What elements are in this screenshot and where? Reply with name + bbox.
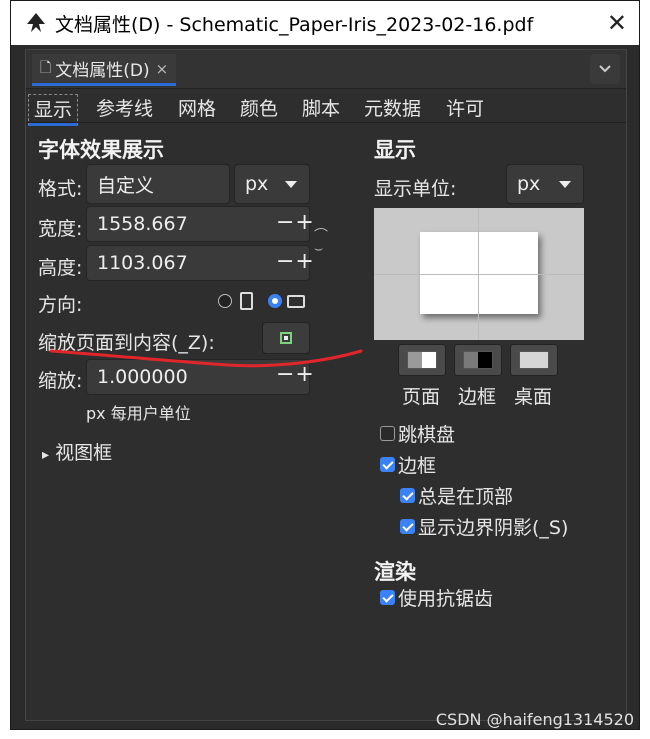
subtab-license[interactable]: 许可 xyxy=(440,94,490,123)
border-checkbox[interactable] xyxy=(380,457,395,472)
watermark-text: CSDN @haifeng1314520 xyxy=(435,710,634,729)
orientation-portrait-radio[interactable] xyxy=(218,294,232,308)
left-section-heading: 字体效果展示 xyxy=(38,138,164,162)
border-color-label: 边框 xyxy=(458,386,497,408)
resize-page-icon xyxy=(280,332,292,344)
triangle-right-icon: ▸ xyxy=(42,447,50,463)
viewbox-expander[interactable]: ▸ 视图框 xyxy=(42,438,112,465)
height-stepper[interactable]: −+ xyxy=(276,249,315,274)
subtab-bar: 显示 参考线 网格 颜色 脚本 元数据 许可 xyxy=(26,92,626,126)
viewbox-label: 视图框 xyxy=(55,442,113,464)
chain-link-icon[interactable]: ⌒ ⌣ xyxy=(314,229,328,256)
show-border-shadow-label: 显示边界阴影(_S) xyxy=(418,517,569,539)
dialog-panel: 🗋 文档属性(D) × 显示 参考线 网格 颜色 脚本 元数据 许可 字体效果展… xyxy=(25,49,627,721)
format-value: 自定义 xyxy=(97,174,155,197)
desk-color-swatch xyxy=(519,351,549,369)
inkscape-logo-icon xyxy=(27,13,45,32)
height-label: 高度: xyxy=(38,257,83,279)
antialias-checkbox[interactable] xyxy=(380,590,395,605)
format-label: 格式: xyxy=(38,178,83,200)
document-properties-icon: 🗋 xyxy=(40,59,52,76)
border-color-swatch xyxy=(463,351,493,369)
subtab-colors[interactable]: 颜色 xyxy=(234,94,284,123)
display-unit-value: px xyxy=(517,173,541,195)
width-value: 1558.667 xyxy=(97,213,188,235)
render-heading: 渲染 xyxy=(374,560,416,584)
page-preview xyxy=(374,208,584,340)
window-title: 文档属性(D) - Schematic_Paper-Iris_2023-02-1… xyxy=(55,13,534,36)
portrait-page-icon xyxy=(240,292,253,310)
always-on-top-checkbox[interactable] xyxy=(400,488,415,503)
preview-page xyxy=(420,232,538,314)
close-window-button[interactable]: ✕ xyxy=(607,9,627,37)
red-underline-annotation xyxy=(49,349,363,368)
display-unit-label: 显示单位: xyxy=(374,178,457,200)
checkerboard-checkbox[interactable] xyxy=(380,426,395,441)
orientation-landscape-radio[interactable] xyxy=(268,294,282,308)
height-value: 1103.067 xyxy=(97,252,188,274)
dock-tab-bar: 🗋 文档属性(D) × xyxy=(26,50,626,89)
border-color-button[interactable] xyxy=(454,344,502,376)
width-label: 宽度: xyxy=(38,218,83,240)
width-stepper[interactable]: −+ xyxy=(276,210,315,235)
format-select[interactable]: 自定义 xyxy=(86,164,230,204)
preview-horizontal-guide xyxy=(374,274,584,275)
subtab-guides[interactable]: 参考线 xyxy=(90,94,159,123)
antialias-label: 使用抗锯齿 xyxy=(398,588,494,610)
tab-menu-button[interactable] xyxy=(590,54,620,84)
desk-color-button[interactable] xyxy=(510,344,558,376)
subtab-grids[interactable]: 网格 xyxy=(172,94,222,123)
tab-close-button[interactable]: × xyxy=(156,60,169,78)
format-unit-value: px xyxy=(245,173,269,195)
display-unit-select[interactable]: px xyxy=(506,164,584,204)
tab-label: 文档属性(D) xyxy=(55,61,150,81)
subtab-metadata[interactable]: 元数据 xyxy=(358,94,427,123)
display-heading: 显示 xyxy=(374,138,416,162)
checkerboard-label: 跳棋盘 xyxy=(398,424,456,446)
always-on-top-label: 总是在顶部 xyxy=(418,486,514,508)
preview-vertical-guide xyxy=(478,208,479,340)
page-color-button[interactable] xyxy=(398,344,446,376)
subtab-scripting[interactable]: 脚本 xyxy=(296,94,346,123)
title-bar: 文档属性(D) - Schematic_Paper-Iris_2023-02-1… xyxy=(11,1,639,45)
orientation-label: 方向: xyxy=(38,294,83,316)
caret-down-icon xyxy=(285,181,297,188)
desk-color-label: 桌面 xyxy=(514,386,553,408)
page-color-swatch xyxy=(407,351,437,369)
page-color-label: 页面 xyxy=(402,386,441,408)
caret-down-icon xyxy=(559,181,571,188)
border-label: 边框 xyxy=(398,455,437,477)
show-border-shadow-checkbox[interactable] xyxy=(400,519,415,534)
tab-document-properties[interactable]: 🗋 文档属性(D) × xyxy=(32,54,177,86)
scale-hint: px 每用户单位 xyxy=(86,404,191,423)
document-properties-window: 文档属性(D) - Schematic_Paper-Iris_2023-02-1… xyxy=(10,0,640,730)
landscape-page-icon xyxy=(287,295,305,308)
chevron-down-icon xyxy=(599,65,611,73)
format-unit-select[interactable]: px xyxy=(234,164,310,204)
subtab-display[interactable]: 显示 xyxy=(28,94,79,126)
